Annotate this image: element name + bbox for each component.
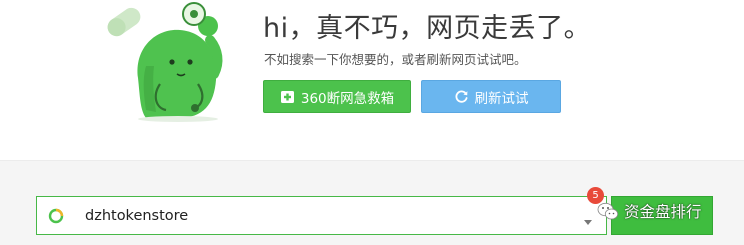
- search-box[interactable]: [36, 196, 607, 235]
- mascot-illustration: [94, 0, 244, 122]
- search-logo-icon: [48, 208, 64, 224]
- search-input[interactable]: [85, 203, 565, 229]
- error-subline: 不如搜索一下你想要的，或者刷新网页试试吧。: [264, 52, 527, 67]
- refresh-button[interactable]: 刷新试试: [421, 80, 561, 113]
- watermark-text: 资金盘排行: [624, 203, 702, 221]
- dropdown-arrow-icon[interactable]: [583, 212, 593, 225]
- network-rescue-button[interactable]: 360断网急救箱: [263, 80, 411, 113]
- network-rescue-label: 360断网急救箱: [300, 90, 395, 107]
- error-headline: hi，真不巧，网页走丢了。: [263, 13, 592, 44]
- refresh-label: 刷新试试: [474, 90, 529, 107]
- first-aid-kit-icon: [280, 89, 295, 104]
- refresh-icon: [454, 89, 469, 104]
- wechat-icon: [597, 202, 619, 221]
- watermark: 资金盘排行: [597, 200, 702, 222]
